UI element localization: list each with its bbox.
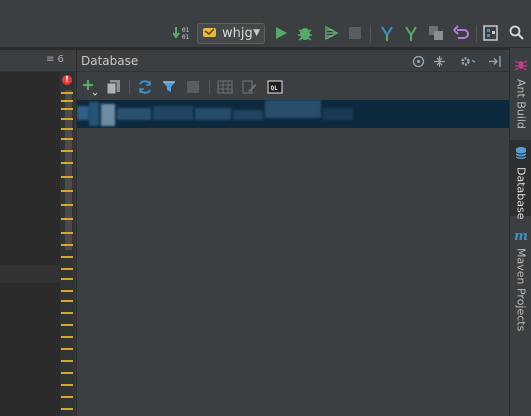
target-icon[interactable] — [410, 53, 426, 69]
warning-mark[interactable] — [61, 278, 73, 280]
right-tool-window-bar: Ant Build Database m Maven Projects — [509, 48, 531, 416]
stop-icon[interactable] — [184, 78, 202, 96]
warning-mark[interactable] — [61, 312, 73, 314]
editor-scrollbar-thumb[interactable] — [65, 90, 72, 250]
add-icon[interactable] — [81, 78, 99, 96]
toolbar-separator — [129, 80, 130, 94]
warning-mark[interactable] — [61, 138, 73, 140]
editor-tab-header: ≡ 6 — [0, 50, 76, 72]
vcs-compare-icon[interactable] — [426, 23, 446, 43]
warning-mark[interactable] — [61, 92, 73, 94]
gear-icon[interactable] — [459, 53, 475, 69]
debug-icon[interactable] — [295, 23, 315, 43]
warning-mark[interactable] — [61, 150, 73, 152]
redacted-text — [89, 102, 99, 126]
chevron-down-icon: ▼ — [253, 28, 260, 38]
hide-icon[interactable] — [487, 53, 503, 69]
run-config-selector[interactable]: whjg ▼ — [197, 23, 265, 44]
toolbar-separator — [476, 25, 477, 43]
warning-mark[interactable] — [61, 268, 73, 270]
vcs-commit-icon[interactable] — [401, 23, 421, 43]
editor-error-stripe[interactable]: ! — [60, 72, 76, 416]
database-panel-header: Database — [77, 50, 509, 72]
maven-icon: m — [514, 229, 528, 244]
redacted-text — [77, 106, 89, 120]
search-icon[interactable] — [507, 23, 527, 43]
warning-mark[interactable] — [61, 232, 73, 234]
warning-mark[interactable] — [61, 324, 73, 326]
warning-mark[interactable] — [61, 290, 73, 292]
warning-mark[interactable] — [61, 204, 73, 206]
redacted-text — [323, 108, 353, 120]
redacted-text — [265, 100, 321, 118]
warning-mark[interactable] — [61, 108, 73, 110]
warning-mark[interactable] — [61, 396, 73, 398]
warning-mark[interactable] — [61, 118, 73, 120]
database-toolbar: QL — [77, 73, 509, 99]
warning-mark[interactable] — [61, 408, 73, 410]
svg-text:01: 01 — [182, 27, 190, 34]
run-icon[interactable] — [271, 23, 291, 43]
warning-mark[interactable] — [61, 218, 73, 220]
redacted-text — [117, 108, 151, 120]
error-icon[interactable]: ! — [62, 75, 72, 85]
vcs-update-icon[interactable] — [377, 23, 397, 43]
warning-mark[interactable] — [61, 348, 73, 350]
project-structure-icon[interactable] — [481, 23, 501, 43]
stop-icon[interactable] — [345, 23, 365, 43]
toolbar-separator — [209, 80, 210, 94]
toolbar-separator — [370, 25, 371, 43]
table-icon[interactable] — [216, 78, 234, 96]
database-tool-window: Database QL — [77, 50, 509, 416]
vcs-revert-icon[interactable] — [451, 23, 471, 43]
database-tree[interactable] — [77, 100, 509, 416]
main-toolbar: 01 01 whjg ▼ — [0, 0, 531, 48]
redacted-text — [195, 108, 231, 120]
warning-mark[interactable] — [61, 372, 73, 374]
warning-mark[interactable] — [61, 256, 73, 258]
warning-mark[interactable] — [61, 190, 73, 192]
svg-text:01: 01 — [182, 34, 190, 41]
warning-mark[interactable] — [61, 176, 73, 178]
debug-mapping-icon[interactable]: 01 01 — [172, 23, 192, 43]
svg-text:QL: QL — [271, 85, 279, 92]
tool-window-label: Database — [514, 167, 528, 220]
code-editor[interactable] — [0, 72, 60, 416]
redacted-text — [153, 106, 193, 120]
editor-menu-button[interactable]: ≡ 6 — [46, 54, 64, 65]
console-icon[interactable]: QL — [266, 78, 284, 96]
copy-icon[interactable] — [105, 78, 123, 96]
edit-icon[interactable] — [240, 78, 258, 96]
sync-icon[interactable] — [160, 78, 178, 96]
warning-mark[interactable] — [61, 244, 73, 246]
tree-row-selected[interactable] — [77, 100, 509, 128]
collapse-icon[interactable] — [431, 53, 447, 69]
redacted-text — [101, 104, 115, 126]
run-config-icon — [202, 25, 218, 42]
warning-mark[interactable] — [61, 360, 73, 362]
tool-window-label: Maven Projects — [514, 248, 528, 332]
warning-mark[interactable] — [61, 384, 73, 386]
tool-window-maven-projects[interactable]: m Maven Projects — [510, 230, 531, 340]
warning-mark[interactable] — [61, 300, 73, 302]
redacted-text — [233, 110, 263, 120]
warning-mark[interactable] — [61, 128, 73, 130]
tool-window-database[interactable]: Database — [510, 140, 531, 220]
coverage-icon[interactable] — [321, 23, 341, 43]
warning-mark[interactable] — [61, 162, 73, 164]
warning-mark[interactable] — [61, 100, 73, 102]
refresh-icon[interactable] — [136, 78, 154, 96]
tool-window-label: Ant Build — [514, 79, 528, 129]
run-config-name: whjg — [222, 26, 253, 41]
database-panel-title: Database — [81, 54, 139, 68]
warning-mark[interactable] — [61, 336, 73, 338]
ant-icon — [514, 58, 528, 75]
current-line-highlight — [0, 265, 60, 283]
database-icon — [514, 146, 528, 163]
